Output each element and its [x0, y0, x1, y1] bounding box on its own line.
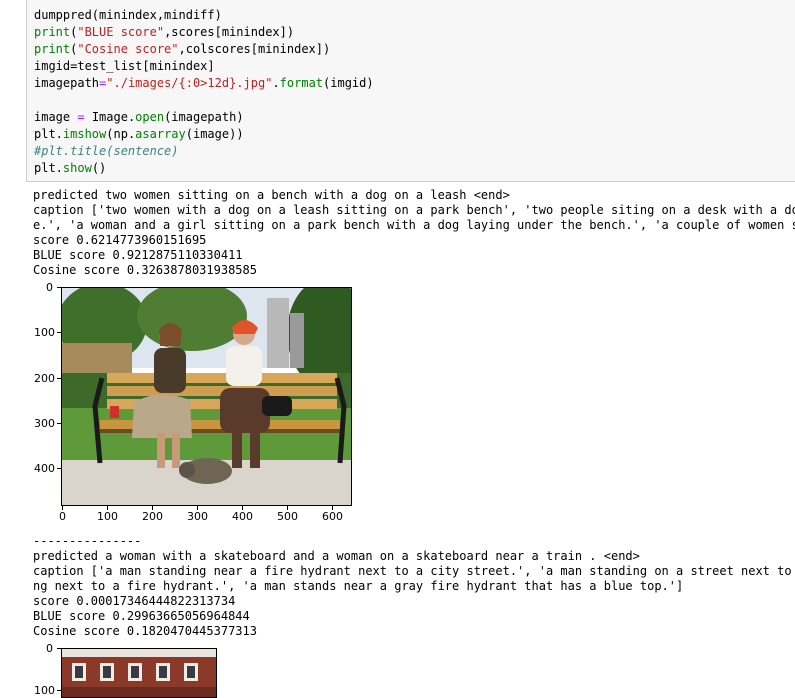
separator: ---------------: [33, 534, 142, 548]
y-tick-label: 100: [34, 684, 55, 697]
y-tick-label: 0: [46, 281, 53, 294]
x-tick-label: 0: [59, 510, 66, 523]
output-cosine-score: Cosine score 0.3263878031938585: [33, 263, 257, 277]
x-tick-label: 300: [187, 510, 208, 523]
code-line-7[interactable]: image = Image.open(imagepath): [34, 109, 244, 126]
y-tick-mark: [57, 648, 61, 649]
building-photo: [62, 649, 216, 697]
y-tick-label: 0: [46, 642, 53, 655]
image-plot: [61, 287, 352, 506]
output-caption-line: ng next to a fire hydrant.', 'a man stan…: [33, 579, 684, 593]
output-cosine-score: Cosine score 0.1820470445377313: [33, 624, 257, 638]
y-tick-mark: [57, 423, 61, 424]
code-line-10[interactable]: plt.show(): [34, 160, 106, 177]
code-cell[interactable]: dumppred(minindex,mindiff) print("BLUE s…: [26, 0, 795, 182]
code-line-9[interactable]: #plt.title(sentence): [34, 143, 179, 160]
output-blue-score: BLUE score 0.29963665056964844: [33, 609, 250, 623]
y-tick-label: 100: [34, 326, 55, 339]
y-tick-mark: [57, 332, 61, 333]
y-tick-label: 400: [34, 462, 55, 475]
y-tick-mark: [57, 468, 61, 469]
code-line-4[interactable]: imgid=test_list[minindex]: [34, 58, 215, 75]
code-line-2[interactable]: print("BLUE score",scores[minindex]): [34, 24, 294, 41]
x-tick-label: 400: [232, 510, 253, 523]
output-predicted: predicted two women sitting on a bench w…: [33, 188, 510, 202]
x-tick-label: 500: [277, 510, 298, 523]
code-line-8[interactable]: plt.imshow(np.asarray(image)): [34, 126, 244, 143]
output-predicted: predicted a woman with a skateboard and …: [33, 549, 640, 563]
output-score: score 0.00017346444822313734: [33, 594, 236, 608]
output-blue-score: BLUE score 0.9212875110330411: [33, 248, 243, 262]
code-line-5[interactable]: imagepath="./images/{:0>12d}.jpg".format…: [34, 75, 374, 92]
output-score: score 0.6214773960151695: [33, 233, 207, 247]
y-tick-label: 200: [34, 372, 55, 385]
x-tick-label: 600: [322, 510, 343, 523]
bench-photo: [62, 288, 351, 505]
image-plot: [61, 648, 217, 698]
x-tick-label: 200: [142, 510, 163, 523]
code-line-3[interactable]: print("Cosine score",colscores[minindex]…: [34, 41, 330, 58]
y-tick-mark: [57, 378, 61, 379]
y-tick-mark: [57, 287, 61, 288]
output-caption-line: caption ['a man standing near a fire hyd…: [33, 564, 795, 578]
x-tick-label: 100: [97, 510, 118, 523]
output-caption-line: e.', 'a woman and a girl sitting on a pa…: [33, 218, 795, 232]
code-line-1[interactable]: dumppred(minindex,mindiff): [34, 7, 222, 24]
y-tick-label: 300: [34, 417, 55, 430]
y-tick-mark: [57, 690, 61, 691]
output-caption-line: caption ['two women with a dog on a leas…: [33, 203, 795, 217]
